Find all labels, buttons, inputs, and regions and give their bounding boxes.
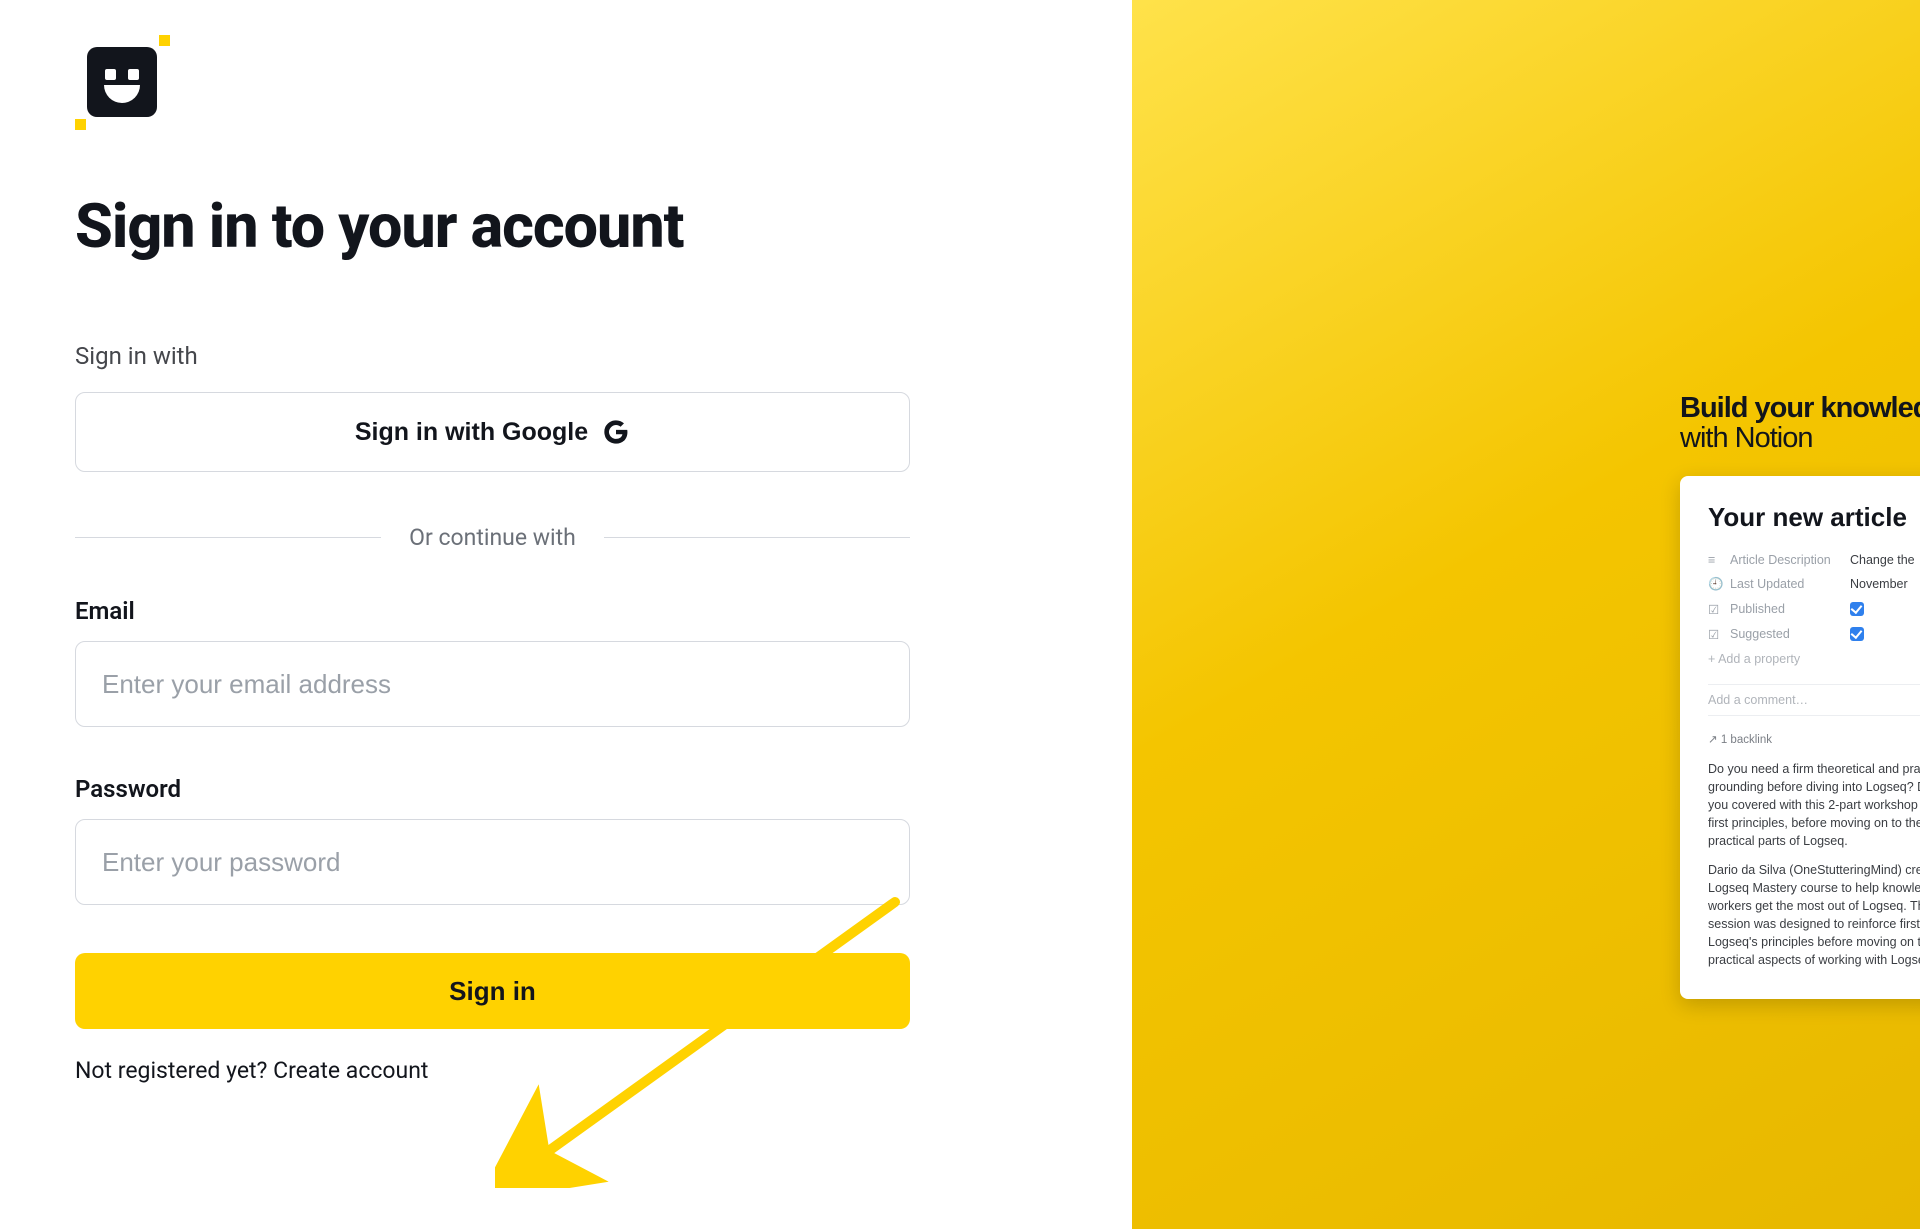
divider-line [604, 537, 910, 538]
card-paragraph: Dario da Silva (OneStutteringMind) creat… [1708, 861, 1920, 970]
google-button-label: Sign in with Google [355, 418, 588, 447]
logo-accent-dot [75, 119, 86, 130]
checked-checkbox [1850, 602, 1864, 616]
promo-content: Build your knowledge base with Notion Yo… [1680, 393, 1920, 999]
signup-prompt: Not registered yet? Create account [75, 1057, 910, 1084]
checked-checkbox [1850, 627, 1864, 641]
prop-label: Last Updated [1730, 577, 1840, 591]
divider-text: Or continue with [409, 524, 576, 551]
password-label: Password [75, 775, 910, 803]
email-field[interactable] [75, 641, 910, 727]
promo-heading: Build your knowledge base [1680, 393, 1920, 423]
clock-icon: 🕘 [1708, 577, 1720, 592]
signin-form: Sign in with Sign in with Google Or cont… [75, 342, 910, 1084]
promo-subheading: with Notion [1680, 423, 1920, 453]
page-title: Sign in to your account [75, 190, 1132, 262]
add-comment-row: Add a comment… [1708, 684, 1920, 716]
divider-line [75, 537, 381, 538]
prop-label: Article Description [1730, 553, 1840, 567]
checkbox-icon: ☑ [1708, 602, 1720, 617]
email-label: Email [75, 597, 910, 625]
text-icon: ≡ [1708, 553, 1720, 567]
checkbox-icon: ☑ [1708, 627, 1720, 642]
prop-label: Suggested [1730, 627, 1840, 641]
card-title: Your new article [1708, 502, 1920, 533]
prop-label: Published [1730, 602, 1840, 616]
form-divider: Or continue with [75, 524, 910, 551]
prop-value: Change the [1850, 553, 1915, 567]
signup-prompt-text: Not registered yet? [75, 1057, 273, 1084]
signin-panel: Sign in to your account Sign in with Sig… [0, 0, 1132, 1229]
prop-value: November [1850, 577, 1908, 591]
backlinks-chip: ↗ 1 backlink [1708, 732, 1920, 746]
password-field[interactable] [75, 819, 910, 905]
add-property-row: + Add a property [1708, 652, 1920, 666]
notion-preview-card: Your new article ≡ Article Description C… [1680, 476, 1920, 999]
prop-row-description: ≡ Article Description Change the [1708, 553, 1920, 567]
prop-row-published: ☑ Published [1708, 602, 1920, 617]
prop-row-suggested: ☑ Suggested [1708, 627, 1920, 642]
card-body: Do you need a firm theoretical and pract… [1708, 760, 1920, 969]
google-icon [602, 418, 630, 446]
sign-in-with-label: Sign in with [75, 342, 910, 370]
promo-panel: Build your knowledge base with Notion Yo… [1132, 0, 1920, 1229]
app-logo [75, 35, 170, 130]
logo-accent-dot [159, 35, 170, 46]
create-account-link[interactable]: Create account [273, 1057, 428, 1084]
prop-row-updated: 🕘 Last Updated November [1708, 577, 1920, 592]
signin-button[interactable]: Sign in [75, 953, 910, 1029]
google-signin-button[interactable]: Sign in with Google [75, 392, 910, 472]
logo-face-icon [87, 47, 157, 117]
card-paragraph: Do you need a firm theoretical and pract… [1708, 760, 1920, 851]
